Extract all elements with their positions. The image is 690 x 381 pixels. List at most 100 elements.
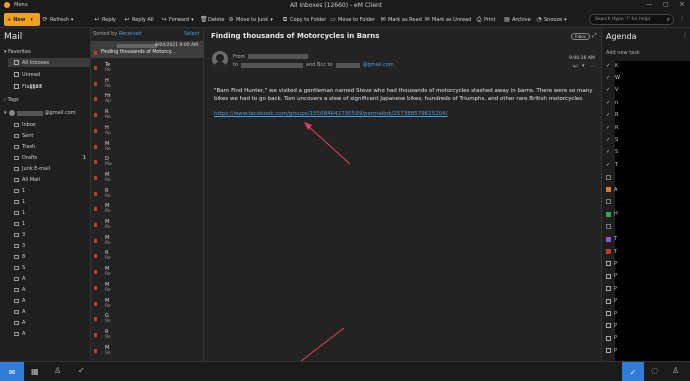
agenda-item[interactable]: ✓ R	[606, 122, 688, 133]
folder-item[interactable]: Inbox	[14, 120, 88, 129]
folder-item[interactable]: All Mail	[14, 175, 88, 184]
agenda-item[interactable]: ✓ T	[606, 159, 688, 170]
folder-item[interactable]: Trash	[14, 142, 88, 151]
agenda-item[interactable]: P	[606, 320, 688, 331]
list-item[interactable]: G Re	[91, 312, 204, 326]
search-input[interactable]: Search (type '?' for help)	[595, 17, 651, 22]
agenda-item[interactable]: P	[606, 308, 688, 319]
select-link[interactable]: Select	[184, 31, 199, 37]
agenda-item[interactable]: P	[606, 258, 688, 269]
list-item[interactable]: H Ap	[91, 124, 204, 138]
list-item[interactable]: H Re	[91, 77, 204, 91]
move-to-folder-button[interactable]: ▭ Move to Folder	[330, 14, 375, 25]
folder-item[interactable]: 8	[14, 252, 88, 261]
tags-header[interactable]: › Tags	[4, 97, 19, 103]
maximize-button[interactable]: □	[663, 1, 669, 8]
agenda-item[interactable]: ✓ n	[606, 97, 688, 108]
agenda-item[interactable]	[606, 172, 688, 183]
close-button[interactable]: ×	[679, 0, 685, 8]
folder-item[interactable]: Junk E-mail	[14, 164, 88, 173]
folder-item[interactable]: 1	[14, 208, 88, 217]
selected-message[interactable]: 8/04/2021 9:00 AM Finding thousands of M…	[91, 41, 204, 58]
sort-field-link[interactable]: Received	[119, 31, 142, 37]
favorite-item[interactable]: Unread	[14, 70, 40, 79]
add-task-input[interactable]: Add new task	[606, 50, 640, 56]
copy-to-folder-button[interactable]: ⧉ Copy to Folder	[282, 14, 327, 25]
snooze-button[interactable]: ◔ Snooze ▾	[536, 14, 566, 25]
folder-item[interactable]: Drafts 1	[14, 153, 88, 162]
folder-item[interactable]: A	[14, 296, 88, 305]
list-item[interactable]: M Re	[91, 140, 204, 154]
list-item[interactable]: R Re	[91, 108, 204, 122]
tasks-icon[interactable]: ✓	[78, 366, 85, 375]
new-button[interactable]: + New ▾	[4, 13, 40, 26]
refresh-button[interactable]: ⟳ Refresh ▾	[42, 14, 73, 25]
list-item[interactable]: M Re	[91, 281, 204, 295]
agenda-item[interactable]: ✓ R	[606, 110, 688, 121]
folder-item[interactable]: 3	[14, 230, 88, 239]
chat-icon[interactable]: ◌	[651, 366, 658, 375]
mark-as-unread-button[interactable]: ✉ Mark as Unread	[424, 14, 471, 25]
folder-item[interactable]: A	[14, 285, 88, 294]
agenda-item[interactable]: P	[606, 283, 688, 294]
agenda-item[interactable]: T	[606, 246, 688, 257]
favorite-item[interactable]: All Inboxes	[8, 58, 90, 67]
favorites-header[interactable]: ▾ Favorites	[4, 49, 31, 55]
agenda-item[interactable]: P	[606, 296, 688, 307]
folder-item[interactable]: S	[14, 263, 88, 272]
folder-item[interactable]: 1	[14, 186, 88, 195]
agenda-tasks-button[interactable]: ✓	[622, 362, 644, 381]
print-button[interactable]: ⎙ Print	[476, 14, 496, 25]
minimize-button[interactable]: —	[646, 1, 652, 8]
menu-label[interactable]: Menu	[14, 2, 28, 8]
more-options-icon[interactable]: ⋮	[679, 15, 685, 22]
mail-module-button[interactable]: ✉	[0, 362, 24, 381]
list-item[interactable]: R Re	[91, 249, 204, 263]
agenda-item[interactable]: P	[606, 333, 688, 344]
delete-button[interactable]: 🗑 Delete	[200, 14, 224, 25]
forward-button[interactable]: ↪ Forward ▾	[161, 14, 193, 25]
folder-item[interactable]: Sent	[14, 131, 88, 140]
mark-as-read-button[interactable]: ✉ Mark as Read	[380, 14, 421, 25]
list-item[interactable]: M Re	[91, 265, 204, 279]
contacts-side-icon[interactable]: ♙	[672, 366, 679, 375]
agenda-item[interactable]: A	[606, 184, 688, 195]
reply-button[interactable]: ↩ Reply	[94, 14, 115, 25]
folder-item[interactable]: 1	[14, 219, 88, 228]
agenda-item[interactable]: H	[606, 209, 688, 220]
list-item[interactable]: Hr Ap	[91, 92, 204, 106]
folder-item[interactable]: A	[14, 274, 88, 283]
agenda-item[interactable]: ✓ V	[606, 85, 688, 96]
agenda-item[interactable]: T	[606, 234, 688, 245]
agenda-more-icon[interactable]: ⋮	[682, 32, 688, 39]
folder-item[interactable]: A	[14, 318, 88, 327]
folder-item[interactable]: A	[14, 329, 88, 338]
list-item[interactable]: R Re	[91, 328, 204, 342]
agenda-item[interactable]: ✓ S	[606, 134, 688, 145]
agenda-item[interactable]	[606, 221, 688, 232]
account-header[interactable]: ▾ @gmail.com	[4, 110, 76, 116]
search-box[interactable]: Search (type '?' for help) ⌕	[589, 14, 674, 25]
list-item[interactable]: M Re	[91, 202, 204, 216]
list-item[interactable]: M Re	[91, 218, 204, 232]
list-item[interactable]: D Ma	[91, 155, 204, 169]
agenda-item[interactable]: ✓ S	[606, 147, 688, 158]
agenda-item[interactable]: P	[606, 271, 688, 282]
folder-item[interactable]: 1	[14, 197, 88, 206]
archive-button[interactable]: ▤ Archive	[504, 14, 531, 25]
list-item[interactable]: M Re	[91, 171, 204, 185]
agenda-item[interactable]: P	[606, 345, 688, 356]
favorite-item[interactable]: Flagged 1517	[14, 82, 42, 91]
agenda-item[interactable]	[606, 196, 688, 207]
list-item[interactable]: M Re	[91, 234, 204, 248]
folder-item[interactable]: 3	[14, 241, 88, 250]
list-item[interactable]: M Re	[91, 297, 204, 311]
agenda-item[interactable]: ✓ W	[606, 72, 688, 83]
move-to-junk-button[interactable]: ⊘ Move to Junk ▾	[228, 14, 272, 25]
contacts-icon[interactable]: ♙	[54, 366, 61, 375]
folder-item[interactable]: A	[14, 307, 88, 316]
calendar-icon[interactable]: ▦	[31, 367, 39, 376]
agenda-item[interactable]: ✓ K	[606, 60, 688, 71]
reply-all-button[interactable]: ↩ Reply All	[124, 14, 153, 25]
list-item[interactable]: M Re	[91, 344, 204, 358]
